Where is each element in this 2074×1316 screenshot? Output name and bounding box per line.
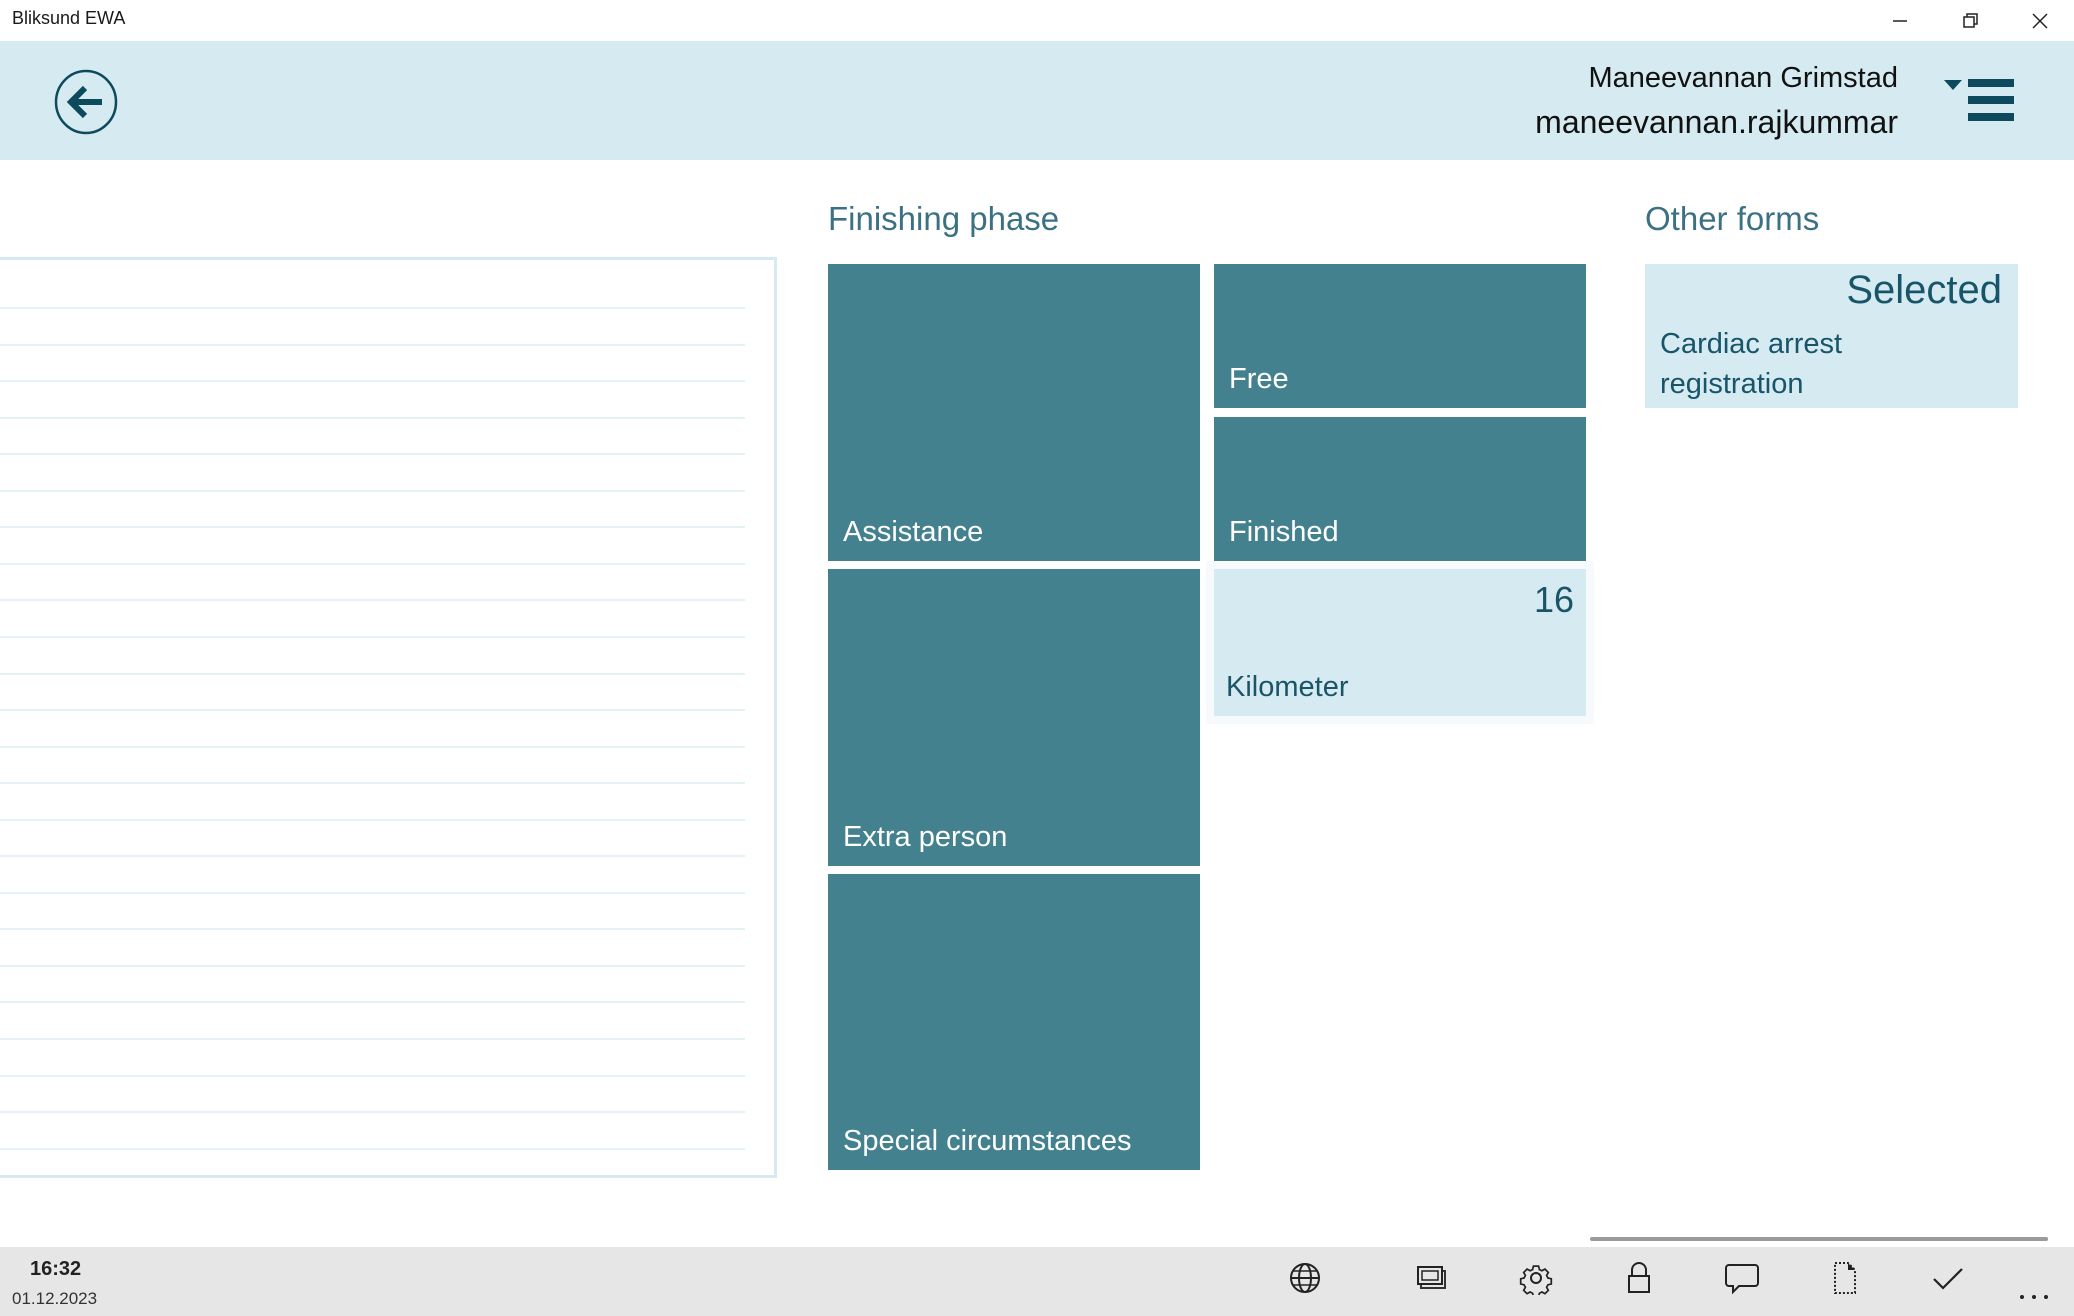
back-button[interactable]: [53, 69, 119, 135]
main-menu-button[interactable]: [1942, 76, 2018, 126]
selected-status: Selected: [1846, 268, 2002, 312]
minimize-icon: [1893, 19, 1907, 22]
tile-kilometer[interactable]: 16 Kilometer: [1206, 561, 1594, 724]
tile-finished[interactable]: Finished: [1214, 417, 1586, 561]
close-button[interactable]: [2010, 0, 2070, 41]
list-row[interactable]: [0, 782, 745, 819]
list-panel[interactable]: [0, 257, 777, 1178]
restore-button[interactable]: [1941, 0, 2001, 41]
tile-label: Assistance: [843, 516, 984, 548]
tile-label: Kilometer: [1226, 671, 1349, 703]
list-row[interactable]: [0, 453, 745, 490]
list-row[interactable]: [0, 307, 745, 344]
tile-label: Special circumstances: [843, 1125, 1132, 1157]
minimize-button[interactable]: [1870, 0, 1930, 41]
list-row[interactable]: [0, 1075, 745, 1112]
lock-button[interactable]: [1619, 1258, 1659, 1298]
list-row[interactable]: [0, 636, 745, 673]
settings-button[interactable]: [1516, 1258, 1556, 1298]
screens-icon: [1417, 1266, 1446, 1289]
chat-bubble-icon: [1725, 1264, 1759, 1295]
list-row[interactable]: [0, 892, 745, 929]
finishing-phase-heading: Finishing phase: [828, 200, 1060, 237]
tile-cardiac-arrest-registration[interactable]: Selected Cardiac arrest registration: [1645, 264, 2018, 408]
list-row[interactable]: [0, 855, 745, 892]
list-row[interactable]: [0, 599, 745, 636]
tile-special-circumstances[interactable]: Special circumstances: [828, 874, 1200, 1170]
restore-icon: [1963, 12, 1978, 28]
list-row[interactable]: [0, 417, 745, 454]
document-button[interactable]: [1825, 1258, 1865, 1298]
confirm-button[interactable]: [1928, 1258, 1968, 1298]
horizontal-scrollbar[interactable]: [1590, 1237, 2048, 1241]
list-row[interactable]: [0, 526, 745, 563]
list-row[interactable]: [0, 1001, 745, 1038]
title-bar: [0, 0, 2074, 41]
footer-bar: [0, 1247, 2074, 1316]
document-icon: [1834, 1262, 1856, 1294]
tile-label: Extra person: [843, 821, 1008, 853]
hamburger-menu-icon: [1944, 79, 2014, 121]
list-row[interactable]: [0, 965, 745, 1002]
more-icon: [2020, 1295, 2048, 1299]
lock-icon: [1628, 1262, 1650, 1293]
list-row[interactable]: [0, 1111, 745, 1148]
list-row[interactable]: [0, 746, 745, 783]
gear-icon: [1519, 1265, 1553, 1295]
list-row[interactable]: [0, 673, 745, 710]
close-icon: [2032, 12, 2048, 29]
list-row[interactable]: [0, 490, 745, 527]
tile-assistance[interactable]: Assistance: [828, 264, 1200, 561]
header-bar: [0, 41, 2074, 160]
row-divider: [0, 1147, 745, 1150]
list-row[interactable]: [0, 270, 745, 307]
list-row[interactable]: [0, 709, 745, 746]
list-row[interactable]: [0, 1038, 745, 1075]
back-arrow-icon: [54, 69, 118, 135]
globe-button[interactable]: [1285, 1258, 1325, 1298]
other-forms-heading: Other forms: [1645, 200, 1820, 237]
user-full-name: Maneevannan Grimstad: [1588, 62, 1899, 94]
tile-extra-person[interactable]: Extra person: [828, 569, 1200, 866]
chat-button[interactable]: [1722, 1258, 1762, 1298]
tile-label: Finished: [1229, 516, 1339, 548]
list-row[interactable]: [0, 928, 745, 965]
list-row[interactable]: [0, 563, 745, 600]
list-row[interactable]: [0, 380, 745, 417]
checkmark-icon: [1933, 1268, 1963, 1290]
screens-button[interactable]: [1412, 1258, 1452, 1298]
tile-free[interactable]: Free: [1214, 264, 1586, 408]
tile-label: Cardiac arrest registration: [1660, 328, 1843, 400]
list-row[interactable]: [0, 819, 745, 856]
globe-icon: [1290, 1263, 1320, 1293]
clock-date: 01.12.2023: [12, 1289, 98, 1308]
list-row[interactable]: [0, 344, 745, 381]
more-button[interactable]: [2014, 1268, 2054, 1308]
tile-label: Free: [1229, 363, 1289, 395]
app-title: Bliksund EWA: [12, 8, 126, 28]
kilometer-value: 16: [1533, 579, 1574, 620]
user-login-name: maneevannan.rajkummar: [1535, 104, 1898, 140]
clock-time: 16:32: [30, 1258, 82, 1280]
